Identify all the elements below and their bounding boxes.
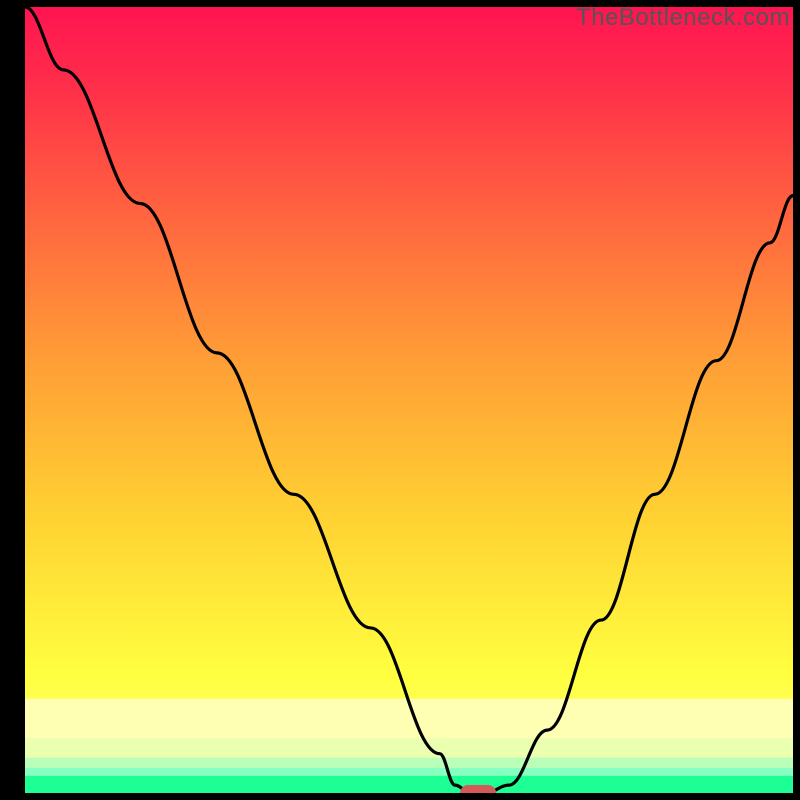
plot-area [18, 0, 800, 800]
color-band-4 [25, 776, 793, 793]
gradient-background [25, 7, 793, 793]
color-band-3 [25, 768, 793, 776]
color-band-1 [25, 738, 793, 758]
chart-canvas [0, 0, 800, 800]
bottleneck-chart: TheBottleneck.com [0, 0, 800, 800]
color-band-2 [25, 758, 793, 768]
watermark-text: TheBottleneck.com [576, 4, 790, 32]
